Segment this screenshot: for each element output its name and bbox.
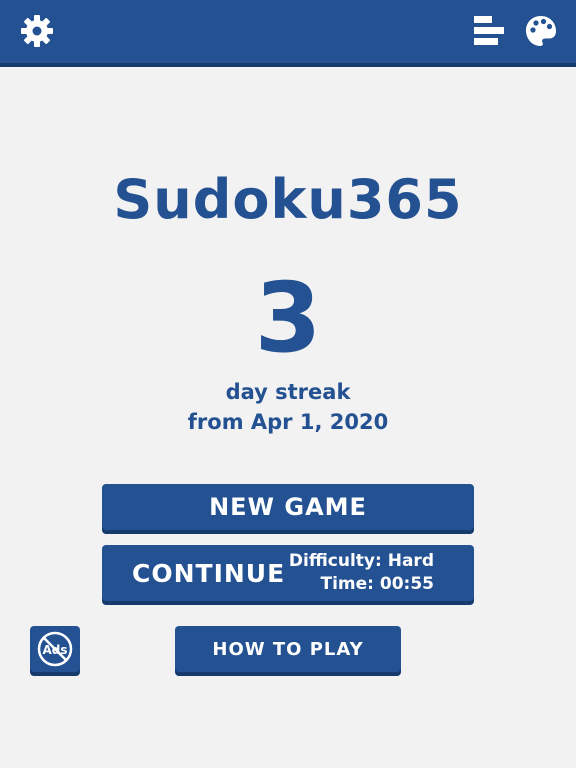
time-text: Time: 00:55 [320,574,435,594]
streak-count: 3 [254,262,322,374]
saved-game-info: Difficulty: Hard Time: 00:55 [289,550,434,596]
continue-button[interactable]: CONTINUE Difficulty: Hard Time: 00:55 [102,545,474,601]
streak-start-date: from Apr 1, 2020 [187,410,389,434]
top-bar [0,0,576,67]
theme-button[interactable] [522,12,560,50]
continue-label: CONTINUE [132,558,286,588]
streak-label: day streak [225,380,351,404]
app-title: Sudoku365 [113,168,463,231]
remove-ads-button[interactable]: Ads [30,626,80,672]
statistics-button[interactable] [470,12,508,50]
no-ads-icon: Ads [37,631,73,667]
settings-button[interactable] [18,12,56,50]
how-to-play-button[interactable]: HOW TO PLAY [175,626,401,672]
palette-icon [526,16,556,46]
bar-chart-icon [474,16,504,45]
gear-icon [21,15,53,47]
new-game-button[interactable]: NEW GAME [102,484,474,530]
difficulty-text: Difficulty: Hard [288,551,434,571]
